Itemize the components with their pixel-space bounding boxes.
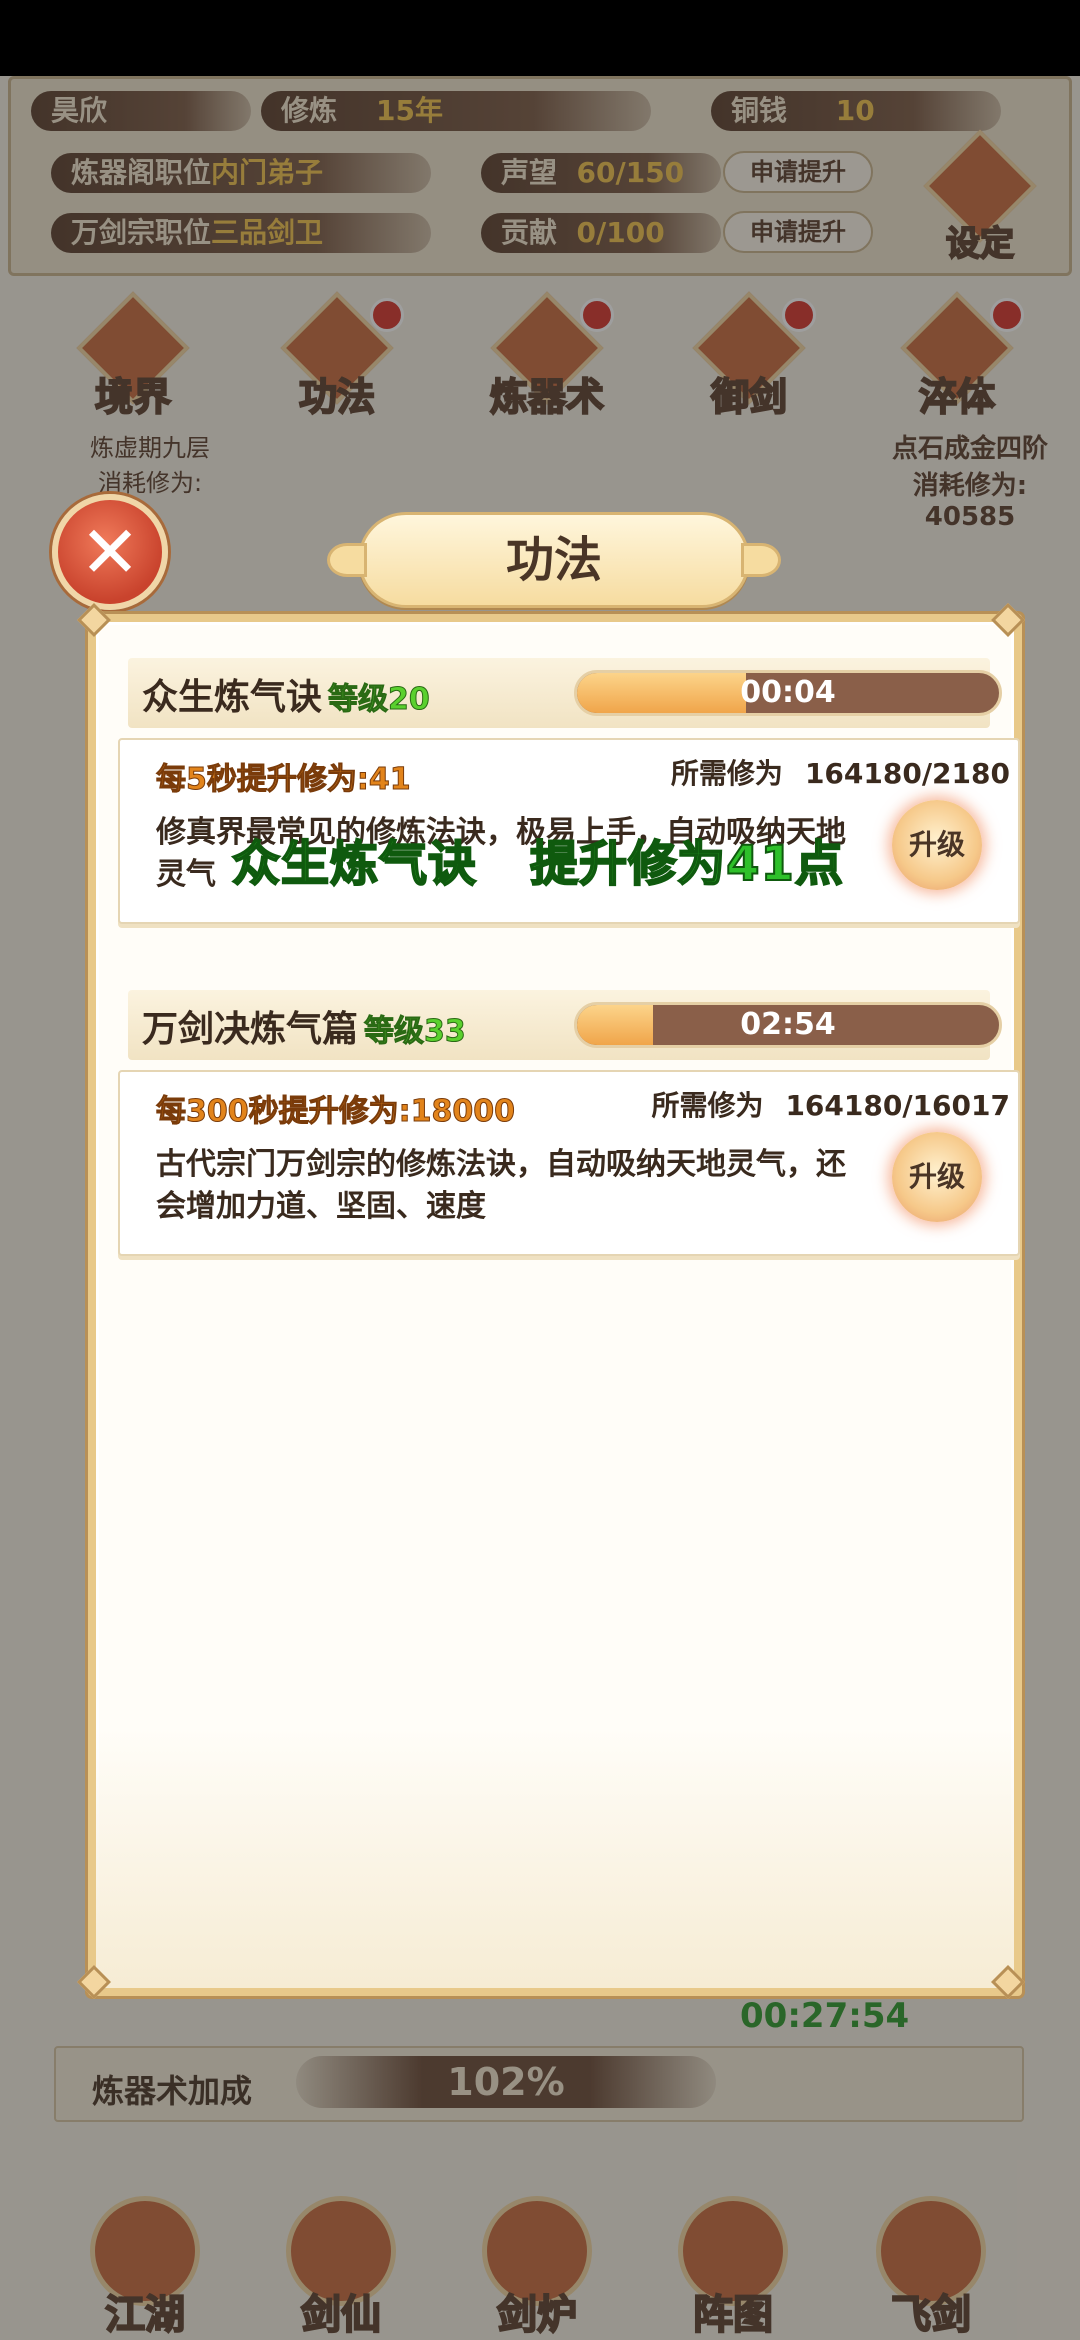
progress-timer: 02:54 — [740, 1007, 836, 1042]
skill-card: 众生炼气诀 等级20 00:04 每5秒提升修为:41 所需修为 164180/21… — [118, 658, 1020, 938]
status-bar — [0, 0, 1080, 76]
skill-name: 众生炼气诀 — [142, 677, 323, 718]
banner-ornament — [741, 543, 781, 577]
upgrade-button[interactable]: 升级 — [892, 1132, 982, 1222]
skill-progress-bar: 00:04 — [574, 670, 1002, 716]
skill-rate: 每300秒提升修为:18000 — [156, 1094, 516, 1130]
modal-title: 功法 — [505, 532, 602, 588]
required-cultivation: 所需修为 164180/16017 — [651, 1089, 1010, 1122]
skill-name: 万剑决炼气篇 — [142, 1009, 359, 1050]
modal-title-banner: 功法 — [327, 512, 781, 608]
progress-timer: 00:04 — [740, 675, 836, 710]
skill-progress-bar: 02:54 — [574, 1002, 1002, 1048]
skill-rate: 每5秒提升修为:41 — [156, 762, 412, 798]
upgrade-toast: 众生炼气诀 提升修为41点 — [231, 835, 844, 893]
close-icon: ✕ — [79, 510, 141, 594]
upgrade-button[interactable]: 升级 — [892, 800, 982, 890]
skill-description: 古代宗门万剑宗的修炼法诀，自动吸纳天地灵气，还会增加力道、坚固、速度 — [156, 1147, 846, 1224]
cloud-decoration — [96, 1728, 1014, 1988]
required-cultivation: 所需修为 164180/2180 — [670, 757, 1010, 790]
skill-level: 等级33 — [364, 1014, 467, 1050]
close-button[interactable]: ✕ — [52, 494, 168, 610]
skill-card: 万剑决炼气篇 等级33 02:54 每300秒提升修为:18000 所需修为 164… — [118, 990, 1020, 1270]
skill-level: 等级20 — [328, 682, 431, 718]
skill-card-body: 每300秒提升修为:18000 所需修为 164180/16017 古代宗门万剑宗… — [118, 1070, 1020, 1256]
skills-modal: 众生炼气诀 等级20 00:04 每5秒提升修为:41 所需修为 164180/21… — [88, 614, 1022, 1996]
